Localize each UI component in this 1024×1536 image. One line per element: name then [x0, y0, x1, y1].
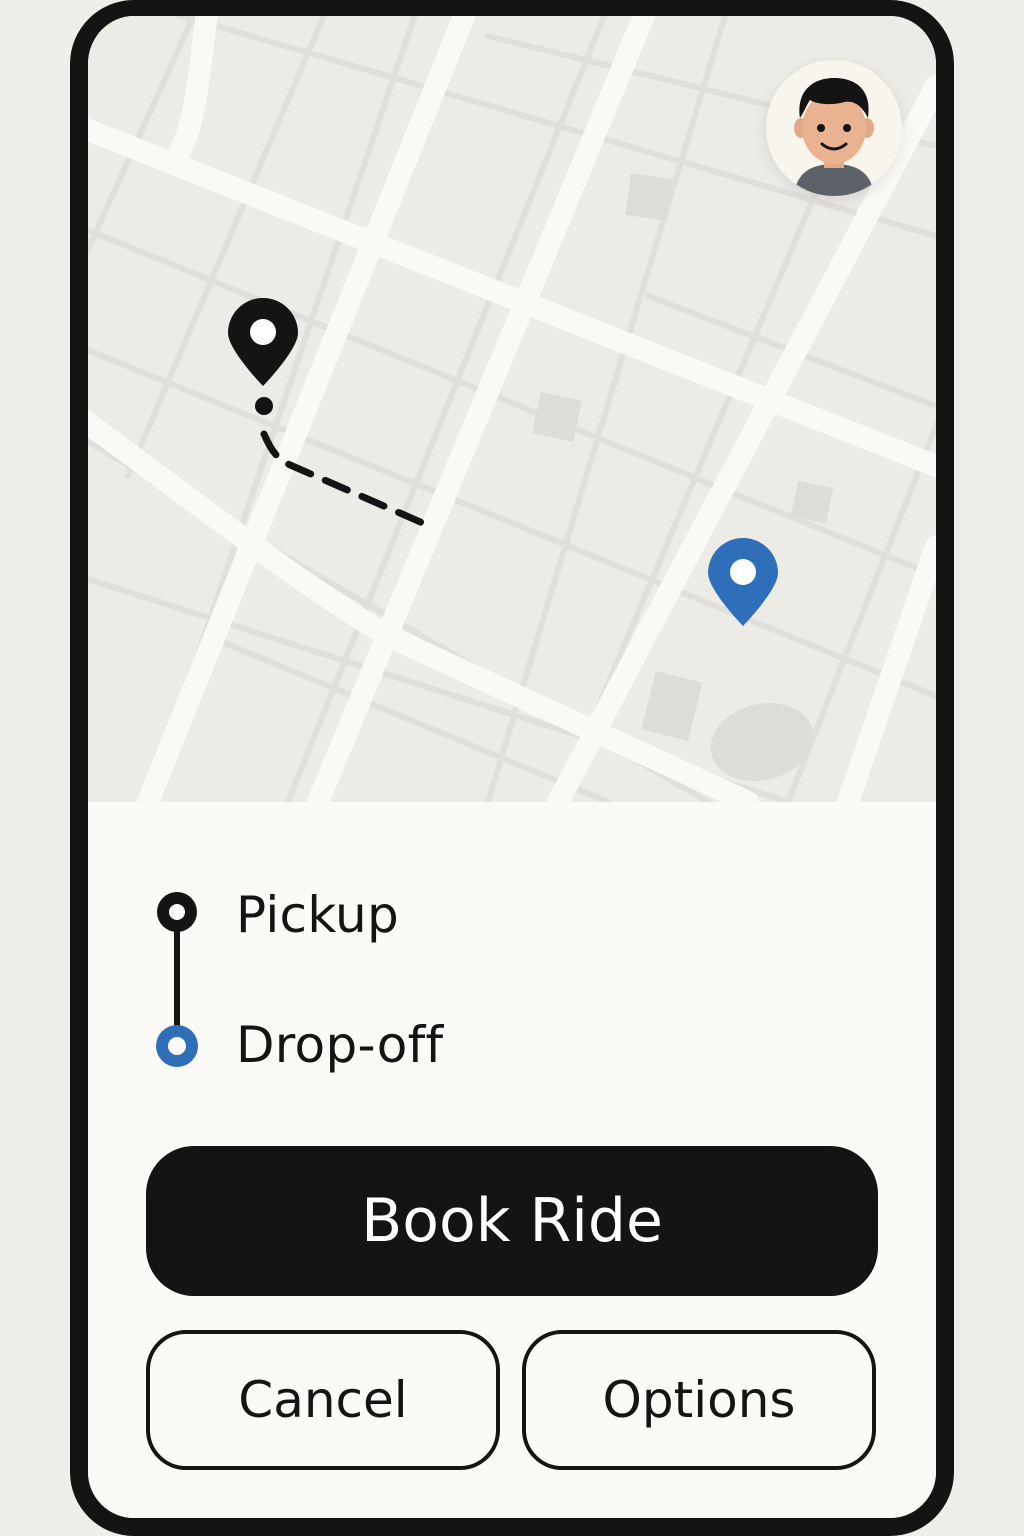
book-ride-button[interactable]: Book Ride — [146, 1146, 878, 1296]
options-button[interactable]: Options — [522, 1330, 876, 1470]
cancel-button[interactable]: Cancel — [146, 1330, 500, 1470]
bottom-sheet: Pickup Drop-off Book Ride Cancel Options — [88, 802, 936, 1518]
phone-frame: Pickup Drop-off Book Ride Cancel Options — [70, 0, 954, 1536]
dropoff-label[interactable]: Drop-off — [236, 1016, 443, 1074]
pickup-label[interactable]: Pickup — [236, 886, 399, 944]
map-view[interactable] — [88, 16, 936, 802]
person-icon — [794, 78, 874, 196]
dropoff-pin-icon[interactable] — [706, 538, 780, 628]
route-indicator-icon — [156, 892, 198, 1067]
user-avatar[interactable] — [766, 60, 902, 196]
pickup-pin-icon[interactable] — [226, 298, 300, 388]
route-start-dot — [255, 397, 273, 415]
